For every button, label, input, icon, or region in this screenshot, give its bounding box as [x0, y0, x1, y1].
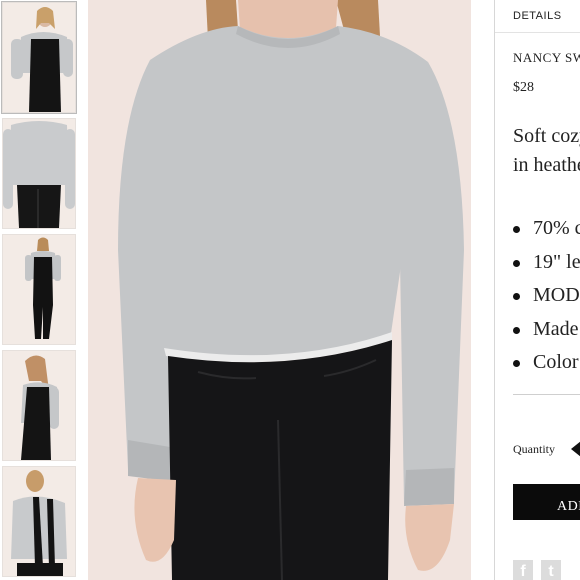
thumbnail-3-image — [3, 235, 75, 344]
thumbnail-4[interactable] — [2, 350, 76, 461]
thumbnail-5[interactable] — [2, 466, 76, 577]
feature-item: 70% cotton, 30% polyester — [513, 212, 580, 246]
quantity-decrease-icon[interactable] — [571, 441, 580, 457]
details-header: DETAILS — [495, 0, 580, 33]
thumbnail-strip — [0, 0, 80, 580]
thumbnail-2[interactable] — [2, 118, 76, 229]
details-panel: DETAILS NANCY SWEATSHIRT $28 Soft cozy s… — [494, 0, 580, 580]
thumbnail-4-image — [3, 351, 75, 460]
product-name: NANCY SWEATSHIRT — [513, 50, 580, 65]
feature-item: 19" length — [513, 246, 580, 280]
product-features-list: 70% cotton, 30% polyester 19" length MOD… — [513, 212, 580, 380]
main-product-image — [88, 0, 471, 580]
quantity-label: Quantity — [513, 442, 555, 456]
thumbnail-3[interactable] — [2, 234, 76, 345]
feature-item: Made in Italy — [513, 313, 580, 347]
product-price: $28 — [513, 80, 534, 95]
add-to-bag-button[interactable]: ADD TO BAG — [513, 484, 580, 520]
tab-details[interactable]: DETAILS — [513, 10, 562, 22]
divider — [513, 394, 580, 395]
thumbnail-5-image — [3, 467, 75, 576]
thumbnail-1-image — [3, 3, 75, 112]
feature-item: Color: Heather grey — [513, 346, 580, 380]
model-photo — [88, 0, 471, 580]
feature-item: MODEL IS 5'5" — [513, 279, 580, 313]
twitter-icon[interactable]: t — [541, 560, 561, 580]
thumbnail-2-image — [3, 119, 75, 228]
facebook-icon[interactable]: f — [513, 560, 533, 580]
product-description: Soft cozy sweatshirt in heather grey. — [513, 125, 580, 176]
thumbnail-1[interactable] — [1, 1, 77, 114]
